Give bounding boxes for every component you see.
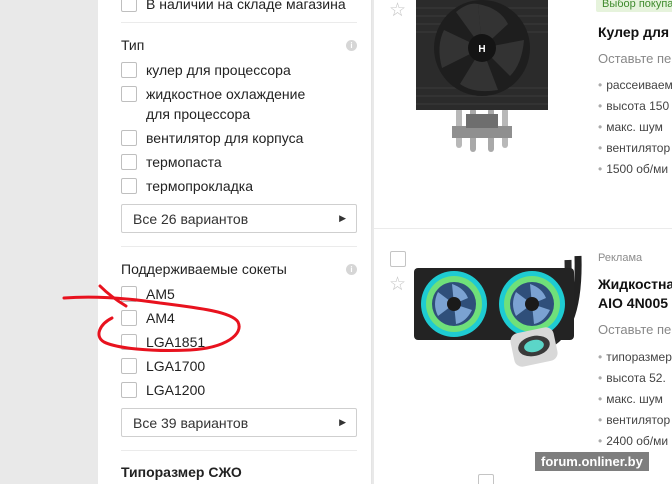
filter-label: LGA1851 <box>146 334 206 350</box>
checkbox[interactable] <box>121 86 137 102</box>
product-title-line2[interactable]: AIO 4N005 <box>598 293 668 313</box>
filter-socket-am5[interactable]: AM5 <box>121 284 175 304</box>
product-title[interactable]: Жидкостна <box>598 274 672 294</box>
product-list: ☆ H Выбор покупа Кулер для Оставьте пе •… <box>374 0 672 484</box>
product-title[interactable]: Кулер для <box>598 22 669 42</box>
section-title-sockets: Поддерживаемые сокеты <box>121 261 287 277</box>
spec-line: макс. шум <box>598 392 663 406</box>
spec-line: вентилятор <box>598 141 670 155</box>
divider <box>121 450 357 451</box>
divider <box>121 246 357 247</box>
spec-line: высота 52. <box>598 371 666 385</box>
filter-label: жидкостное охлаждение <box>146 86 306 102</box>
info-icon[interactable]: i <box>346 40 357 51</box>
chevron-right-icon: ▶ <box>339 417 346 427</box>
divider <box>121 22 357 23</box>
spec-line: 2400 об/ми <box>598 434 668 448</box>
promo-badge: Выбор покупа <box>596 0 672 12</box>
checkbox[interactable] <box>121 0 137 12</box>
checkbox[interactable] <box>121 382 137 398</box>
section-title-type: Тип <box>121 37 145 53</box>
checkbox[interactable] <box>121 62 137 78</box>
review-link[interactable]: Оставьте пе <box>598 322 671 337</box>
checkbox[interactable] <box>121 130 137 146</box>
filter-label: термопрокладка <box>146 178 254 194</box>
type-all-variants-button[interactable]: Все 26 вариантов ▶ <box>121 204 357 233</box>
section-title-aio-size: Типоразмер СЖО <box>121 464 242 480</box>
filter-type-thermal-pad[interactable]: термопрокладка <box>121 176 253 196</box>
compare-checkbox[interactable] <box>478 474 494 484</box>
filter-type-liquid-cooling-cont: для процессора <box>146 104 250 124</box>
compare-checkbox[interactable] <box>390 251 406 267</box>
spec-line: рассеиваем <box>598 78 672 92</box>
product-image-air-cooler[interactable]: H <box>412 0 552 152</box>
filter-type-liquid-cooling[interactable]: жидкостное охлаждение <box>121 84 305 104</box>
spec-line: вентилятор <box>598 413 670 427</box>
filter-label: LGA1200 <box>146 382 206 398</box>
review-link[interactable]: Оставьте пе <box>598 51 671 66</box>
filter-type-case-fan[interactable]: вентилятор для корпуса <box>121 128 303 148</box>
button-label: Все 39 вариантов <box>133 414 249 431</box>
spec-line: макс. шум <box>598 120 663 134</box>
spec-line: высота 150 <box>598 99 669 113</box>
checkbox[interactable] <box>121 178 137 194</box>
info-icon[interactable]: i <box>346 264 357 275</box>
ad-label: Реклама <box>598 252 643 264</box>
favorite-star-icon[interactable]: ☆ <box>389 275 406 294</box>
filter-socket-lga1851[interactable]: LGA1851 <box>121 332 205 352</box>
spec-line: 1500 об/ми <box>598 162 668 176</box>
card-divider <box>374 228 672 229</box>
filter-in-stock-label: В наличии на складе магазина <box>146 0 346 12</box>
filter-in-stock[interactable]: В наличии на складе магазина <box>121 0 346 14</box>
filter-socket-am4[interactable]: AM4 <box>121 308 175 328</box>
filter-panel: В наличии на складе магазина Тип i кулер… <box>98 0 372 484</box>
filter-label: для процессора <box>146 106 251 122</box>
svg-text:H: H <box>478 44 485 55</box>
favorite-star-icon[interactable]: ☆ <box>389 1 406 20</box>
spec-line: типоразмер <box>598 350 672 364</box>
checkbox[interactable] <box>121 310 137 326</box>
filter-type-cpu-cooler[interactable]: кулер для процессора <box>121 60 291 80</box>
filter-type-thermal-paste[interactable]: термопаста <box>121 152 222 172</box>
product-image-liquid-cooler[interactable] <box>412 248 584 378</box>
page-background <box>0 0 98 484</box>
checkbox[interactable] <box>121 154 137 170</box>
socket-all-variants-button[interactable]: Все 39 вариантов ▶ <box>121 408 357 437</box>
checkbox[interactable] <box>121 358 137 374</box>
filter-socket-lga1700[interactable]: LGA1700 <box>121 356 205 376</box>
checkbox[interactable] <box>121 286 137 302</box>
filter-label: LGA1700 <box>146 358 206 374</box>
checkbox[interactable] <box>121 334 137 350</box>
filter-label: вентилятор для корпуса <box>146 130 304 146</box>
button-label: Все 26 вариантов <box>133 210 249 227</box>
forum-watermark: forum.onliner.by <box>535 452 649 471</box>
filter-label: термопаста <box>146 154 222 170</box>
filter-label: AM4 <box>146 310 175 326</box>
filter-label: кулер для процессора <box>146 62 291 78</box>
chevron-right-icon: ▶ <box>339 213 346 223</box>
filter-label: AM5 <box>146 286 175 302</box>
filter-socket-lga1200[interactable]: LGA1200 <box>121 380 205 400</box>
